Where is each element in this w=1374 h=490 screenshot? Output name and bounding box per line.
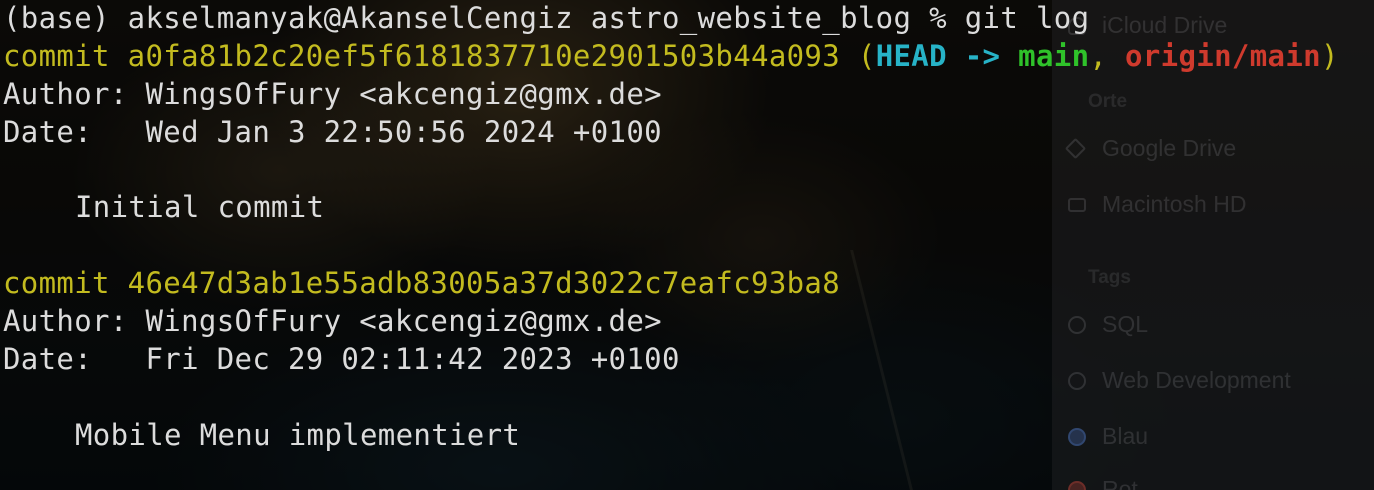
date-line: Date: Fri Dec 29 02:11:42 2023 +0100: [3, 341, 1374, 379]
author-line: Author: WingsOfFury <akcengiz@gmx.de>: [3, 303, 1374, 341]
commit-message-line: Mobile Menu implementiert: [3, 417, 1374, 455]
commit-message-line: Initial commit: [3, 189, 1374, 227]
author-label: Author:: [3, 76, 128, 111]
terminal-output[interactable]: (base) akselmanyak@AkanselCengiz astro_w…: [0, 0, 1374, 490]
user-host: akselmanyak@AkanselCengiz: [127, 1, 573, 35]
commit-label: commit: [3, 266, 110, 301]
local-branch-ref: main: [1018, 38, 1090, 73]
refs-close-paren: ): [1320, 38, 1339, 73]
head-ref: HEAD ->: [875, 38, 1001, 73]
command-text: git log: [964, 1, 1090, 35]
remote-branch-ref: origin/main: [1125, 38, 1321, 73]
author-value: WingsOfFury <akcengiz@gmx.de>: [145, 304, 662, 339]
author-label: Author:: [3, 304, 128, 339]
commit-hash: 46e47d3ab1e55adb83005a37d3022c7eafc93ba8: [127, 266, 841, 301]
date-label: Date:: [3, 342, 93, 377]
commit-line: commit 46e47d3ab1e55adb83005a37d3022c7ea…: [3, 265, 1374, 303]
commit-message: Initial commit: [75, 190, 325, 225]
refs-open-paren: (: [857, 38, 876, 73]
conda-env: (base): [3, 1, 110, 35]
commit-label: commit: [3, 38, 110, 73]
desktop-screen: iCloud Drive Orte Google Drive Macintosh…: [0, 0, 1374, 490]
date-value: Fri Dec 29 02:11:42 2023 +0100: [145, 342, 680, 377]
refs-separator: ,: [1089, 38, 1108, 73]
prompt-line: (base) akselmanyak@AkanselCengiz astro_w…: [3, 0, 1374, 38]
commit-line: commit a0fa81b2c20ef5f6181837710e2901503…: [3, 38, 1374, 76]
commit-hash: a0fa81b2c20ef5f6181837710e2901503b44a093: [127, 38, 841, 73]
commit-message: Mobile Menu implementiert: [75, 417, 521, 452]
author-line: Author: WingsOfFury <akcengiz@gmx.de>: [3, 76, 1374, 114]
date-line: Date: Wed Jan 3 22:50:56 2024 +0100: [3, 114, 1374, 152]
prompt-symbol: %: [929, 1, 947, 35]
author-value: WingsOfFury <akcengiz@gmx.de>: [145, 76, 662, 111]
date-value: Wed Jan 3 22:50:56 2024 +0100: [145, 114, 662, 149]
current-directory: astro_website_blog: [590, 1, 912, 35]
date-label: Date:: [3, 114, 93, 149]
